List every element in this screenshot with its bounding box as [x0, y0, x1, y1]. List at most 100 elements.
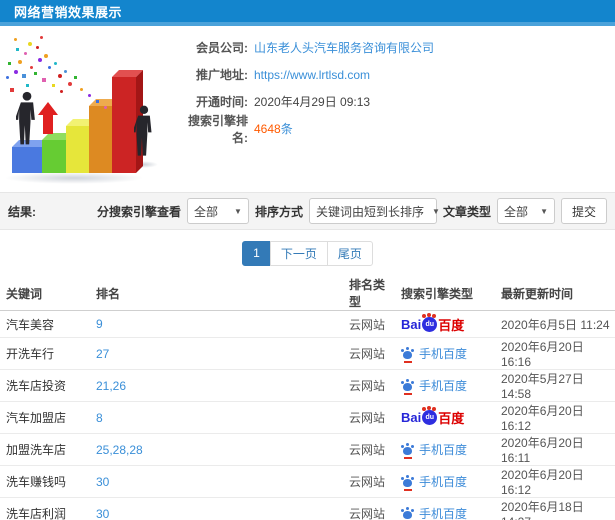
confetti-dot	[54, 62, 57, 65]
last-page-button[interactable]: 尾页	[326, 240, 373, 266]
updated-cell: 2020年6月5日 11:24	[495, 310, 615, 338]
rank-link-cell[interactable]: 30	[90, 465, 343, 498]
rank-count-value: 4648条	[254, 120, 293, 137]
member-company-label: 会员公司:	[196, 41, 248, 55]
col-keyword: 关键词	[0, 276, 90, 311]
mobile-baidu-logo: 手机百度	[401, 441, 467, 459]
confetti-dot	[28, 42, 32, 46]
bar-blue	[12, 140, 49, 173]
updated-cell: 2020年6月20日 16:12	[495, 401, 615, 434]
info-row-url: 推广地址: https://www.lrtlsd.com	[180, 61, 615, 88]
updated-cell: 2020年5月27日 14:58	[495, 369, 615, 402]
info-row-member: 会员公司: 山东老人头汽车服务咨询有限公司	[180, 34, 615, 61]
rank-type-cell: 云网站	[343, 310, 395, 338]
confetti-dot	[60, 90, 63, 93]
engine-type-cell: 手机百度	[395, 497, 495, 520]
rank-type-cell: 云网站	[343, 465, 395, 498]
confetti-dot	[18, 60, 22, 64]
confetti-dot	[30, 66, 33, 69]
engine-filter-label: 分搜索引擎查看	[96, 204, 181, 219]
chevron-down-icon: ▼	[540, 206, 548, 216]
col-rank-type: 排名类型	[343, 276, 395, 311]
keyword-cell: 洗车赚钱吗	[0, 465, 90, 498]
engine-filter-select[interactable]: 全部 ▼	[186, 198, 249, 224]
baidu-paw-icon: du	[422, 312, 438, 332]
results-table-body: 汽车美容 9 云网站 Bai du 百度 2020年6月5日 11:24 开洗车行 27 云网站手…	[0, 310, 615, 520]
bar-chart-illustration	[0, 26, 180, 192]
engine-type-cell: 手机百度	[395, 465, 495, 498]
rank-link-cell[interactable]: 30	[90, 497, 343, 520]
article-type-label: 文章类型	[442, 204, 491, 219]
rank-link-cell[interactable]: 27	[90, 337, 343, 370]
rank-count-unit: 条	[280, 122, 293, 136]
engine-type-cell: Bai du 百度	[395, 401, 495, 434]
confetti-dot	[22, 74, 26, 78]
article-type-select[interactable]: 全部 ▼	[496, 198, 555, 224]
keyword-cell: 汽车加盟店	[0, 401, 90, 434]
confetti-dot	[44, 54, 48, 58]
keyword-cell: 汽车美容	[0, 310, 90, 338]
confetti-dot	[10, 88, 14, 92]
result-label: 结果:	[8, 204, 36, 219]
keyword-cell: 加盟洗车店	[0, 433, 90, 466]
rank-link-cell[interactable]: 21,26	[90, 369, 343, 402]
page-1-button[interactable]: 1	[242, 240, 271, 266]
results-table: 关键词 排名 排名类型 搜索引擎类型 最新更新时间 汽车美容 9 云网站 Bai du 百…	[0, 276, 615, 520]
engine-type-cell: 手机百度	[395, 433, 495, 466]
next-page-button[interactable]: 下一页	[269, 240, 328, 266]
confetti-dot	[14, 70, 18, 74]
promo-url-label: 推广地址:	[196, 68, 248, 82]
company-info: 会员公司: 山东老人头汽车服务咨询有限公司 推广地址: https://www.…	[180, 34, 615, 145]
confetti-dot	[42, 78, 46, 82]
updated-cell: 2020年6月20日 16:11	[495, 433, 615, 466]
mobile-baidu-logo: 手机百度	[401, 505, 467, 520]
col-engine-type: 搜索引擎类型	[395, 276, 495, 311]
mobile-baidu-paw-icon	[401, 346, 414, 363]
confetti-dot	[58, 74, 62, 78]
baidu-paw-icon: du	[422, 406, 438, 425]
mobile-baidu-logo: 手机百度	[401, 377, 467, 395]
filter-controls: 分搜索引擎查看 全部 ▼ 排序方式 关键词由短到长排序 ▼ 文章类型 全部 ▼ …	[97, 198, 607, 224]
engine-filter-value: 全部	[193, 204, 218, 219]
confetti-dot	[52, 84, 55, 87]
member-company-link[interactable]: 山东老人头汽车服务咨询有限公司	[254, 39, 434, 56]
keyword-cell: 洗车店投资	[0, 369, 90, 402]
confetti-dot	[74, 76, 77, 79]
rank-link-cell[interactable]: 8	[90, 401, 343, 434]
table-row: 汽车美容 9 云网站 Bai du 百度 2020年6月5日 11:24	[0, 310, 615, 338]
pagination: 1 下一页 尾页	[242, 240, 373, 266]
promo-url-link[interactable]: https://www.lrtlsd.com	[254, 68, 370, 82]
pagination-wrap: 1 下一页 尾页	[0, 230, 615, 276]
confetti-dot	[16, 48, 19, 51]
mobile-baidu-paw-icon	[401, 474, 414, 491]
sort-select[interactable]: 关键词由短到长排序 ▼	[308, 198, 440, 224]
rank-count-label: 搜索引擎排名:	[187, 113, 248, 145]
chevron-down-icon: ▼	[431, 206, 440, 216]
open-time-label: 开通时间:	[196, 95, 248, 109]
keyword-cell: 开洗车行	[0, 337, 90, 370]
article-type-value: 全部	[503, 204, 528, 219]
open-time-value: 2020年4月29日 09:13	[254, 95, 371, 109]
baidu-logo: Bai du 百度	[401, 406, 464, 427]
mobile-baidu-logo: 手机百度	[401, 473, 467, 491]
confetti-dot	[8, 62, 11, 65]
confetti-dot	[38, 58, 42, 62]
mobile-baidu-paw-icon	[401, 378, 414, 395]
confetti-dot	[68, 82, 72, 86]
confetti-dot	[80, 88, 83, 91]
confetti-dot	[14, 38, 17, 41]
engine-type-cell: Bai du 百度	[395, 310, 495, 338]
table-row: 洗车店利润30云网站手机百度 2020年6月18日 14:27	[0, 497, 615, 520]
confetti-dot	[40, 36, 43, 39]
rank-type-cell: 云网站	[343, 369, 395, 402]
confetti-dot	[88, 94, 91, 97]
rank-type-cell: 云网站	[343, 337, 395, 370]
bar-red	[112, 70, 143, 173]
submit-button[interactable]: 提交	[560, 198, 607, 224]
updated-cell: 2020年6月20日 16:12	[495, 465, 615, 498]
rank-link-cell[interactable]: 25,28,28	[90, 433, 343, 466]
updated-cell: 2020年6月18日 14:27	[495, 497, 615, 520]
summary-section: 会员公司: 山东老人头汽车服务咨询有限公司 推广地址: https://www.…	[0, 26, 615, 192]
rank-link-cell[interactable]: 9	[90, 310, 343, 338]
confetti-dot	[96, 100, 99, 103]
